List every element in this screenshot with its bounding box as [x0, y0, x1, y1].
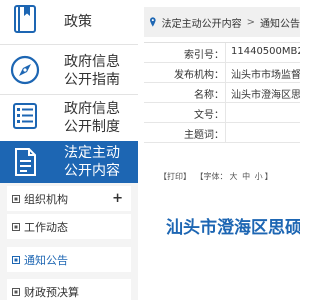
font-medium-link[interactable]: 中	[242, 172, 250, 181]
cell-divider	[225, 103, 226, 123]
info-label: 名称：	[194, 90, 224, 101]
sub-nav-item-budget[interactable]: 财政预决算	[7, 279, 131, 300]
document-title: 汕头市澄海区思硕	[166, 218, 300, 238]
info-value: 汕头市澄海区思硕	[231, 90, 300, 101]
page-tools: 【打印】 【字体：大 中 小】	[159, 171, 275, 182]
square-bullet-icon	[12, 222, 20, 231]
cell-divider	[225, 63, 226, 83]
sub-nav-label: 通知公告	[24, 253, 68, 267]
sidebar-item-label: 政策	[64, 14, 92, 30]
info-row-publisher: 发布机构： 汕头市市场监督管	[144, 63, 300, 83]
breadcrumb-item[interactable]: 法定主动公开内容	[162, 15, 242, 30]
info-label: 发布机构：	[174, 70, 224, 81]
cell-divider	[225, 123, 226, 143]
breadcrumb: 法定主动公开内容 > 通知公告	[144, 7, 300, 37]
info-label: 索引号：	[184, 50, 224, 61]
location-pin-icon	[150, 17, 156, 27]
breadcrumb-item[interactable]: 通知公告	[260, 15, 300, 30]
breadcrumb-separator: >	[246, 16, 255, 28]
square-bullet-icon	[12, 287, 20, 296]
info-row-keywords: 主题词：	[144, 123, 300, 143]
info-value: 11440500MB2C9	[231, 46, 300, 57]
sidebar-item-label: 政府信息 公开制度	[64, 101, 120, 135]
font-large-link[interactable]: 大	[230, 172, 238, 181]
font-small-link[interactable]: 小	[255, 172, 263, 181]
print-link[interactable]: 【打印】	[159, 172, 191, 181]
cell-divider	[225, 83, 226, 103]
bookmark-book-icon	[8, 2, 42, 36]
sidebar-item-label: 法定主动 公开内容	[64, 145, 120, 179]
sub-nav-label: 组织机构	[24, 192, 68, 206]
info-row-index: 索引号： 11440500MB2C9	[144, 43, 300, 63]
document-icon	[8, 145, 42, 179]
page: 政策 政府信息 公开指南 政府信息 公开制度 法定主动 公开内容 组织机构 + …	[0, 0, 300, 300]
sidebar-item-active-content[interactable]: 法定主动 公开内容	[0, 141, 138, 183]
sidebar-item-label: 政府信息 公开指南	[64, 54, 120, 88]
sidebar: 政策 政府信息 公开指南 政府信息 公开制度 法定主动 公开内容 组织机构 + …	[0, 0, 138, 300]
sub-nav-label: 财政预决算	[24, 285, 79, 299]
font-size-close: 】	[264, 172, 273, 181]
square-bullet-icon	[12, 255, 20, 264]
sub-nav-item-work-news[interactable]: 工作动态	[7, 214, 131, 239]
info-row-name: 名称： 汕头市澄海区思硕	[144, 83, 300, 103]
sidebar-divider	[0, 44, 138, 45]
compass-icon	[8, 53, 42, 87]
sidebar-item-policy[interactable]: 政策	[0, 0, 138, 40]
list-document-icon	[8, 99, 42, 133]
sub-nav-label: 工作动态	[24, 220, 68, 234]
document-info-table: 索引号： 11440500MB2C9 发布机构： 汕头市市场监督管 名称： 汕头…	[144, 42, 300, 143]
square-bullet-icon	[12, 194, 20, 203]
info-label: 主题词：	[184, 130, 224, 141]
expand-plus-icon[interactable]: +	[112, 191, 123, 206]
info-label: 文号：	[194, 110, 224, 121]
info-row-doc-number: 文号：	[144, 103, 300, 123]
cell-divider	[225, 43, 226, 63]
sub-nav-item-organization[interactable]: 组织机构 +	[7, 186, 131, 211]
sidebar-item-system[interactable]: 政府信息 公开制度	[0, 95, 138, 141]
main-content: 法定主动公开内容 > 通知公告 索引号： 11440500MB2C9 发布机构：…	[144, 0, 300, 300]
sidebar-item-guide[interactable]: 政府信息 公开指南	[0, 48, 138, 94]
sub-nav-item-notices[interactable]: 通知公告	[7, 247, 131, 272]
sub-nav-list: 组织机构 + 工作动态 通知公告 财政预决算	[0, 183, 138, 300]
font-size-label: 【字体：	[195, 172, 228, 181]
info-value: 汕头市市场监督管	[231, 70, 300, 81]
